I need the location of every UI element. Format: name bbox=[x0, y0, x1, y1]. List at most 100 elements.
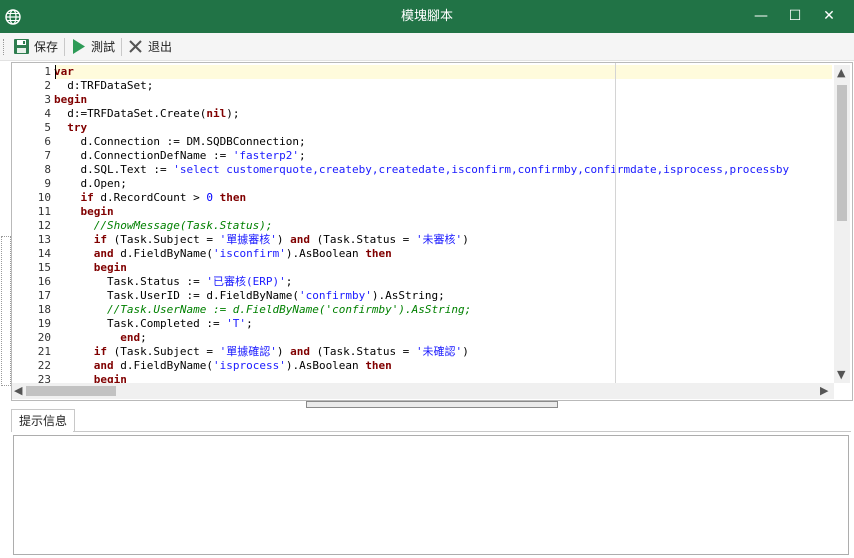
code-token: if bbox=[80, 191, 94, 204]
code-line: begin bbox=[54, 261, 832, 275]
line-number: 16 bbox=[37, 275, 51, 288]
code-line: try bbox=[54, 121, 832, 135]
code-line: and d.FieldByName('isconfirm').AsBoolean… bbox=[54, 247, 832, 261]
code-token: d:=TRFDataSet.Create( bbox=[54, 107, 207, 120]
title-bar: 模塊腳本 — ☐ ✕ bbox=[0, 0, 854, 33]
scroll-right-icon[interactable]: ▶ bbox=[820, 385, 828, 397]
left-panel-collapse-handle[interactable] bbox=[1, 236, 11, 386]
code-line: //Task.UserName := d.FieldByName('confir… bbox=[54, 303, 832, 317]
minimize-button[interactable]: — bbox=[744, 0, 778, 33]
close-x-icon bbox=[129, 40, 142, 53]
code-token: ; bbox=[140, 331, 147, 344]
code-token: 'fasterp2' bbox=[232, 149, 300, 162]
vertical-scroll-thumb[interactable] bbox=[837, 85, 847, 221]
toolbar-grip[interactable] bbox=[3, 39, 7, 55]
code-line: d.Connection := DM.SQDBConnection; bbox=[54, 135, 832, 149]
code-token: 'isconfirm' bbox=[212, 247, 286, 260]
code-token: '已審核(ERP)' bbox=[206, 275, 286, 288]
code-token: then bbox=[365, 359, 392, 372]
code-token: and bbox=[290, 345, 310, 358]
scroll-up-icon[interactable]: ▲ bbox=[837, 67, 845, 79]
line-number: 4 bbox=[44, 107, 51, 120]
code-editor[interactable]: 1 2 3 4 5 6 7 8 9 10 11 12 13 14 15 16 17 18 19 20 21 22 23 va… bbox=[11, 62, 853, 401]
code-line: Task.Status := '已審核(ERP)'; bbox=[54, 275, 832, 289]
splitter-grip[interactable] bbox=[306, 401, 558, 408]
horizontal-scroll-thumb[interactable] bbox=[26, 386, 116, 396]
code-token: ) bbox=[276, 233, 291, 246]
maximize-icon: ☐ bbox=[788, 8, 802, 24]
code-token: (Task.Subject = bbox=[107, 233, 220, 246]
horizontal-scrollbar[interactable]: ◀ ▶ bbox=[12, 383, 834, 399]
code-token: ) bbox=[462, 345, 469, 358]
vertical-scrollbar[interactable]: ▲ ▼ bbox=[834, 65, 850, 383]
exit-button[interactable]: 退出 bbox=[127, 36, 172, 57]
code-line: Task.UserID := d.FieldByName('confirmby'… bbox=[54, 289, 832, 303]
code-token: //Task.UserName := d.FieldByName('confir… bbox=[54, 303, 472, 316]
code-token: if bbox=[93, 345, 107, 358]
toolbar-separator bbox=[121, 38, 122, 56]
scroll-left-icon[interactable]: ◀ bbox=[14, 385, 22, 397]
line-number: 18 bbox=[37, 303, 51, 316]
code-token: Task.Status := bbox=[54, 275, 207, 288]
code-token: Task.Completed := bbox=[54, 317, 227, 330]
code-token: var bbox=[54, 65, 74, 78]
code-token: try bbox=[67, 121, 88, 134]
code-line: d.Open; bbox=[54, 177, 832, 191]
right-margin-line bbox=[615, 63, 616, 385]
code-token: d:TRFDataSet; bbox=[54, 79, 154, 92]
test-button[interactable]: 測試 bbox=[70, 36, 115, 57]
scroll-down-icon[interactable]: ▼ bbox=[837, 369, 845, 381]
code-token: ) bbox=[462, 233, 469, 246]
exit-label: 退出 bbox=[148, 40, 173, 54]
code-token: begin bbox=[54, 93, 88, 106]
code-token: (Task.Subject = bbox=[107, 345, 220, 358]
code-token: d.Open; bbox=[54, 177, 127, 190]
tab-hint-info[interactable]: 提示信息 bbox=[11, 409, 75, 432]
line-number: 8 bbox=[44, 163, 51, 176]
toolbar: 保存 測試 退出 bbox=[0, 33, 854, 61]
toolbar-separator bbox=[64, 38, 65, 56]
code-token: ).AsString; bbox=[371, 289, 445, 302]
code-token: d.Connection := DM.SQDBConnection; bbox=[54, 135, 306, 148]
line-number: 7 bbox=[44, 149, 51, 162]
code-area[interactable]: var d:TRFDataSet; begin d:=TRFDataSet.Cre… bbox=[54, 65, 832, 387]
code-line: //ShowMessage(Task.Status); bbox=[54, 219, 832, 233]
line-number: 20 bbox=[37, 331, 51, 344]
text-caret bbox=[55, 65, 56, 79]
code-token: then bbox=[365, 247, 392, 260]
close-button[interactable]: ✕ bbox=[812, 0, 846, 33]
code-token: d.FieldByName( bbox=[113, 247, 213, 260]
code-line: begin bbox=[54, 205, 832, 219]
line-number: 12 bbox=[37, 219, 51, 232]
code-token: then bbox=[219, 191, 247, 204]
message-output-box[interactable] bbox=[13, 435, 849, 555]
line-number: 13 bbox=[37, 233, 51, 246]
code-token: ; bbox=[299, 149, 306, 162]
play-icon bbox=[73, 39, 85, 54]
code-token: ).AsBoolean bbox=[285, 359, 366, 372]
code-line: and d.FieldByName('isprocess').AsBoolean… bbox=[54, 359, 832, 373]
code-line: d.SQL.Text := 'select customerquote,crea… bbox=[54, 163, 832, 177]
maximize-button[interactable]: ☐ bbox=[778, 0, 812, 33]
code-token: '未審核' bbox=[415, 233, 463, 246]
code-line: d:TRFDataSet; bbox=[54, 79, 832, 93]
code-token: '未確認' bbox=[415, 345, 463, 358]
line-number: 14 bbox=[37, 247, 51, 260]
code-token: begin bbox=[93, 261, 127, 274]
code-line: d.ConnectionDefName := 'fasterp2'; bbox=[54, 149, 832, 163]
window-title: 模塊腳本 bbox=[400, 9, 453, 24]
code-line: var bbox=[54, 65, 832, 79]
line-number: 5 bbox=[44, 121, 51, 134]
code-token: d.ConnectionDefName := bbox=[54, 149, 233, 162]
save-button[interactable]: 保存 bbox=[13, 36, 58, 57]
code-token: and bbox=[290, 233, 310, 246]
code-token: ) bbox=[276, 345, 291, 358]
